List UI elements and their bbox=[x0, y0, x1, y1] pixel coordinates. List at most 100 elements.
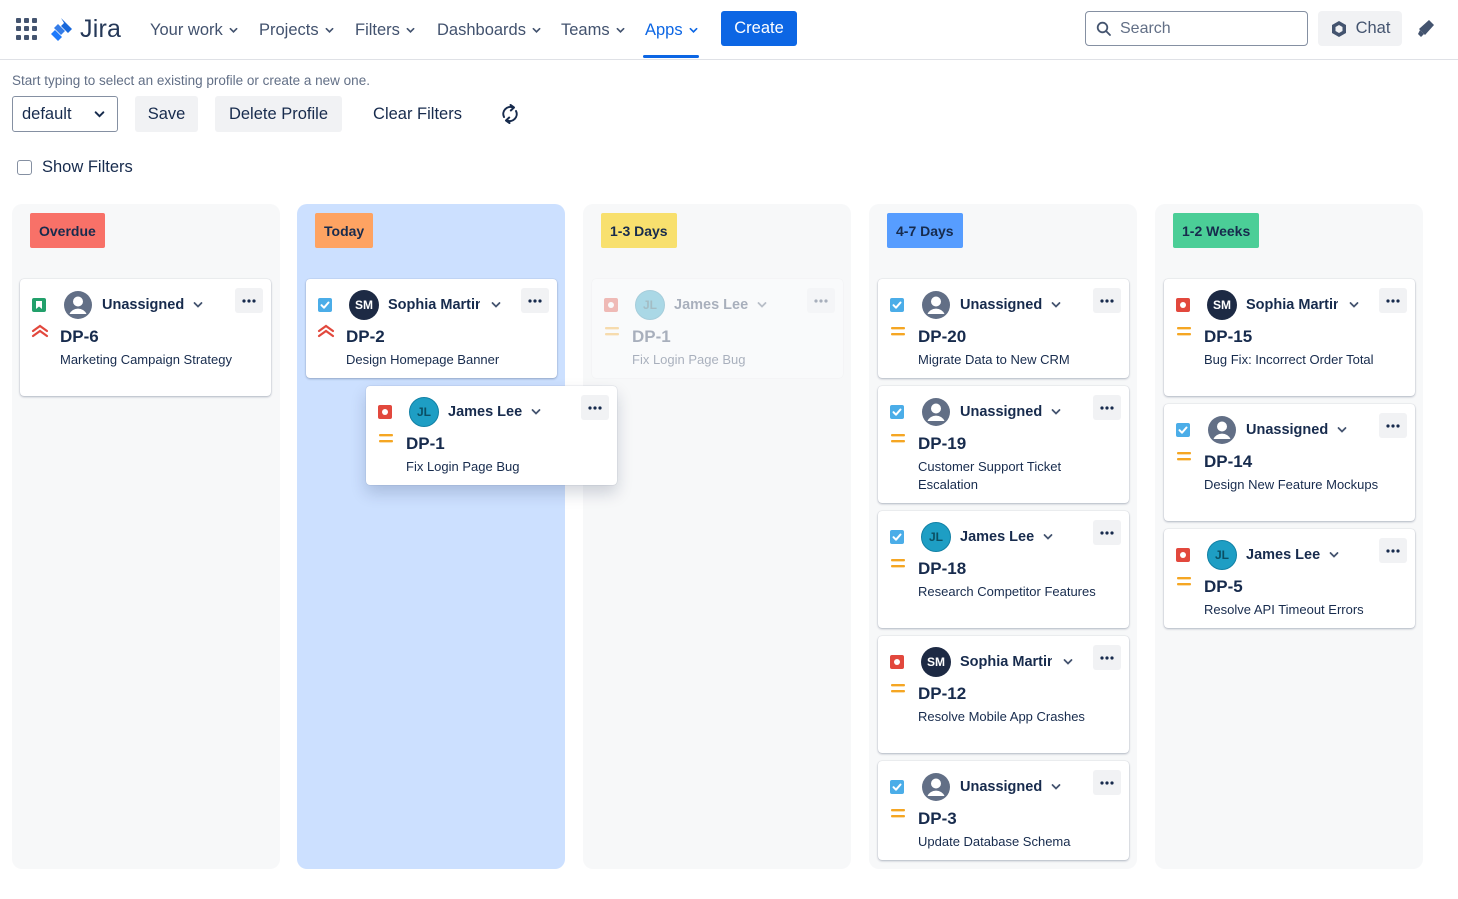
chevron-down-icon[interactable] bbox=[491, 301, 501, 309]
more-actions-button[interactable] bbox=[1093, 288, 1121, 313]
issue-summary: Customer Support Ticket Escalation bbox=[918, 459, 1062, 492]
avatar: JL bbox=[1207, 540, 1237, 570]
more-actions-button[interactable] bbox=[1093, 645, 1121, 670]
search-field[interactable] bbox=[1085, 11, 1308, 46]
more-actions-button[interactable] bbox=[581, 395, 609, 420]
bug-icon bbox=[890, 655, 904, 669]
nav-dashboards[interactable]: Dashboards bbox=[437, 0, 541, 60]
search-icon bbox=[1096, 21, 1111, 36]
more-icon bbox=[1100, 780, 1114, 785]
chevron-down-icon[interactable] bbox=[1329, 551, 1339, 559]
nav-projects[interactable]: Projects bbox=[259, 0, 334, 60]
issue-key[interactable]: DP-5 bbox=[1204, 577, 1243, 597]
clear-filters-button[interactable]: Clear Filters bbox=[360, 96, 475, 132]
issue-key[interactable]: DP-3 bbox=[918, 809, 957, 829]
issue-card[interactable]: Unassigned DP-19 Customer Support Ticket… bbox=[878, 386, 1129, 503]
chat-button[interactable]: Chat bbox=[1318, 11, 1402, 46]
more-actions-button[interactable] bbox=[1093, 395, 1121, 420]
issue-card[interactable]: JL James Lee DP-5 Resolve API Timeout Er… bbox=[1164, 529, 1415, 628]
column-label: 4-7 Days bbox=[887, 213, 963, 248]
issue-card[interactable]: JL James Lee DP-18 Research Competitor F… bbox=[878, 511, 1129, 628]
priority-medium-icon bbox=[891, 327, 905, 336]
app-switcher-icon[interactable] bbox=[16, 18, 38, 40]
issue-key: DP-1 bbox=[632, 327, 671, 346]
issue-card[interactable]: SM Sophia Martin DP-12 Resolve Mobile Ap… bbox=[878, 636, 1129, 753]
search-input[interactable] bbox=[1120, 19, 1290, 38]
chevron-down-icon[interactable] bbox=[1043, 533, 1053, 541]
nav-label: Apps bbox=[645, 20, 683, 39]
chevron-down-icon bbox=[532, 27, 541, 33]
issue-card[interactable]: SM Sophia Martin DP-15 Bug Fix: Incorrec… bbox=[1164, 279, 1415, 396]
chevron-down-icon[interactable] bbox=[193, 301, 203, 309]
nav-teams[interactable]: Teams bbox=[561, 0, 625, 60]
column-1-2-weeks: 1-2 Weeks SM Sophia Martin DP-15 Bug Fix… bbox=[1155, 204, 1423, 869]
issue-summary: Research Competitor Features bbox=[918, 584, 1096, 599]
chevron-down-icon bbox=[94, 110, 105, 118]
logo-text: Jira bbox=[80, 15, 122, 43]
profile-select[interactable]: default bbox=[12, 96, 118, 132]
assignee-name: James Lee bbox=[960, 529, 1035, 545]
column-overdue: Overdue Unassigned DP-6 Marketing Campai… bbox=[12, 204, 280, 869]
issue-key[interactable]: DP-19 bbox=[918, 434, 966, 454]
assignee-name: Sophia Martin bbox=[960, 654, 1052, 670]
nav-apps[interactable]: Apps bbox=[645, 0, 698, 60]
issue-key[interactable]: DP-20 bbox=[918, 327, 966, 347]
issue-key[interactable]: DP-1 bbox=[406, 434, 445, 454]
more-actions-button[interactable] bbox=[1379, 538, 1407, 563]
more-icon bbox=[242, 298, 256, 303]
chevron-down-icon[interactable] bbox=[1063, 658, 1073, 666]
more-icon bbox=[1386, 298, 1400, 303]
nav-label: Dashboards bbox=[437, 20, 526, 39]
nav-filters[interactable]: Filters bbox=[355, 0, 415, 60]
issue-card[interactable]: Unassigned DP-3 Update Database Schema bbox=[878, 761, 1129, 860]
issue-key[interactable]: DP-14 bbox=[1204, 452, 1252, 472]
chat-label: Chat bbox=[1355, 19, 1391, 37]
refresh-icon[interactable] bbox=[499, 103, 521, 125]
issue-card[interactable]: Unassigned DP-20 Migrate Data to New CRM bbox=[878, 279, 1129, 378]
delete-profile-button[interactable]: Delete Profile bbox=[215, 96, 342, 132]
show-filters-toggle[interactable]: Show Filters bbox=[17, 158, 133, 177]
more-actions-button[interactable] bbox=[1093, 770, 1121, 795]
task-icon bbox=[1176, 423, 1190, 437]
more-actions-button[interactable] bbox=[521, 288, 549, 313]
chevron-down-icon[interactable] bbox=[1051, 408, 1061, 416]
issue-key[interactable]: DP-6 bbox=[60, 327, 99, 347]
jira-logo-icon bbox=[51, 17, 72, 41]
bug-icon bbox=[1176, 298, 1190, 312]
issue-key[interactable]: DP-2 bbox=[346, 327, 385, 347]
priority-medium-icon bbox=[1177, 577, 1191, 586]
task-icon bbox=[890, 530, 904, 544]
issue-card[interactable]: Unassigned DP-14 Design New Feature Mock… bbox=[1164, 404, 1415, 521]
create-button[interactable]: Create bbox=[721, 11, 797, 46]
nav-your-work[interactable]: Your work bbox=[150, 0, 238, 60]
bug-icon bbox=[604, 298, 618, 312]
assignee-name: James Lee bbox=[448, 404, 523, 420]
chevron-down-icon[interactable] bbox=[1349, 301, 1359, 309]
issue-key[interactable]: DP-15 bbox=[1204, 327, 1252, 347]
more-actions-button[interactable] bbox=[1093, 520, 1121, 545]
jira-logo[interactable]: Jira bbox=[50, 15, 121, 44]
more-actions-button[interactable] bbox=[235, 288, 263, 313]
chevron-down-icon[interactable] bbox=[1337, 426, 1347, 434]
more-actions-button[interactable] bbox=[1379, 413, 1407, 438]
more-actions-button[interactable] bbox=[1379, 288, 1407, 313]
show-filters-checkbox[interactable] bbox=[17, 160, 32, 175]
issue-card[interactable]: SM Sophia Martin DP-2 Design Homepage Ba… bbox=[306, 279, 557, 378]
chevron-down-icon[interactable] bbox=[1051, 783, 1061, 791]
issue-summary: Migrate Data to New CRM bbox=[918, 352, 1070, 367]
chevron-down-icon bbox=[406, 27, 415, 33]
story-icon bbox=[32, 298, 46, 312]
issue-summary: Fix Login Page Bug bbox=[632, 352, 746, 367]
chevron-down-icon bbox=[325, 27, 334, 33]
save-button[interactable]: Save bbox=[135, 96, 198, 132]
issue-key[interactable]: DP-18 bbox=[918, 559, 966, 579]
issue-card[interactable]: Unassigned DP-6 Marketing Campaign Strat… bbox=[20, 279, 271, 396]
dragging-issue-card[interactable]: JL James Lee DP-1 Fix Login Page Bug bbox=[366, 386, 617, 485]
issue-key[interactable]: DP-12 bbox=[918, 684, 966, 704]
task-icon bbox=[890, 405, 904, 419]
chevron-down-icon[interactable] bbox=[531, 408, 541, 416]
megaphone-icon[interactable] bbox=[1415, 17, 1437, 39]
rovo-chat-icon bbox=[1331, 20, 1346, 37]
more-icon bbox=[1100, 298, 1114, 303]
chevron-down-icon[interactable] bbox=[1051, 301, 1061, 309]
